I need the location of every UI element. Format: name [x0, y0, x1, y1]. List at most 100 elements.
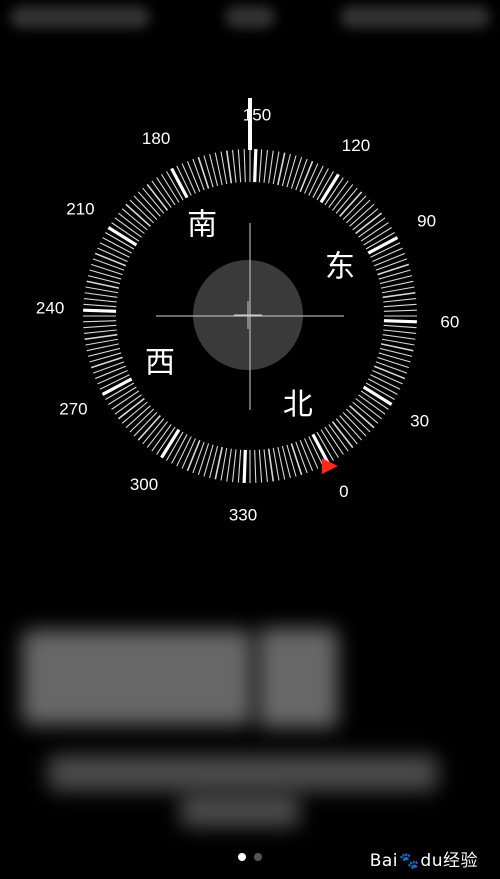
paw-icon: 🐾	[399, 851, 420, 870]
compass-tick	[97, 247, 128, 262]
compass-tick	[383, 319, 417, 324]
compass-tick	[383, 297, 417, 303]
compass-tick	[231, 149, 237, 183]
compass-tick	[382, 291, 416, 299]
compass-tick	[374, 252, 406, 267]
compass-tick	[220, 151, 228, 185]
compass-tick	[372, 370, 403, 385]
compass-tick	[225, 150, 233, 184]
degree-label: 210	[66, 200, 94, 219]
compass-tick	[186, 439, 201, 472]
degree-label: 270	[59, 399, 87, 418]
compass-tick	[375, 361, 408, 374]
compass-tick	[258, 149, 263, 183]
compass-tick	[290, 157, 303, 189]
degree-label: 300	[130, 475, 158, 494]
compass-tick	[383, 303, 417, 308]
compass-tick	[92, 361, 125, 374]
compass-tick	[83, 297, 117, 303]
watermark-suffix: 经验	[443, 851, 478, 871]
compass-tick	[295, 441, 308, 474]
degree-label: 0	[339, 482, 348, 501]
status-bar-right-blur	[340, 6, 490, 28]
compass-tick	[375, 258, 408, 271]
compass-tick	[299, 160, 314, 193]
compass-tick	[377, 356, 409, 369]
compass-tick	[383, 309, 417, 312]
compass-tick	[272, 151, 280, 185]
compass-tick	[258, 449, 263, 483]
status-bar-left-blur	[10, 6, 150, 28]
compass-tick	[373, 365, 406, 380]
compass-tick	[186, 160, 201, 192]
compass-tick	[91, 263, 123, 276]
cardinal-west: 西	[145, 345, 175, 380]
compass-tick	[84, 333, 118, 341]
compass-tick	[304, 163, 319, 194]
readout-location-blur	[48, 755, 438, 791]
status-bar	[0, 0, 500, 40]
compass-tick	[242, 449, 247, 483]
degree-label: 150	[243, 106, 271, 125]
readout-direction-blur	[258, 628, 338, 728]
compass-tick	[290, 443, 303, 476]
compass-tick	[84, 292, 118, 298]
compass-tick	[254, 449, 257, 483]
compass-tick	[85, 286, 119, 294]
compass-tick	[383, 329, 417, 335]
cardinal-east: 东	[325, 250, 355, 285]
compass-tick	[192, 441, 205, 474]
compass-tick	[253, 149, 258, 183]
degree-label: 60	[440, 312, 459, 331]
compass-tick	[197, 156, 210, 189]
compass-tick	[94, 252, 127, 267]
degree-label: 330	[229, 505, 257, 524]
status-bar-center-blur	[225, 6, 275, 28]
page-dot[interactable]	[238, 853, 246, 861]
compass-tick	[94, 365, 126, 380]
compass-tick	[381, 338, 415, 346]
watermark-brand-a: Bai	[369, 851, 398, 871]
compass-tick	[181, 438, 196, 469]
compass-tick	[382, 334, 416, 340]
degree-label: 120	[342, 136, 370, 155]
compass-tick	[83, 324, 117, 329]
compass-tick	[237, 149, 242, 183]
readout-altitude-blur	[180, 795, 300, 827]
compass-tick	[197, 443, 210, 475]
degree-label: 90	[417, 212, 436, 231]
cardinal-north: 北	[283, 388, 313, 423]
compass-tick	[383, 324, 417, 329]
compass-tick	[83, 303, 117, 308]
compass-tick	[299, 440, 314, 472]
compass-dial[interactable]: 0 30 60 90 120 150 180 210 240 270 300 330 北 东 南西	[0, 80, 500, 560]
compass-tick	[377, 263, 410, 276]
baidu-jingyan-watermark: Bai🐾du经验	[370, 846, 478, 871]
compass-tick	[381, 286, 415, 294]
compass-tick	[85, 338, 119, 346]
compass-tick	[92, 258, 125, 271]
compass-tick	[220, 447, 228, 481]
compass-tick	[263, 149, 269, 183]
compass-tick	[192, 158, 205, 191]
page-dot[interactable]	[254, 853, 262, 861]
compass-tick	[272, 447, 280, 481]
cardinal-south: 南	[187, 207, 217, 242]
heading-readout	[0, 600, 500, 840]
compass-tick	[226, 448, 232, 482]
degree-label: 180	[142, 129, 170, 148]
compass-tick	[295, 158, 308, 191]
compass-tick	[243, 149, 246, 183]
target-marker-icon[interactable]	[321, 458, 338, 475]
compass-tick	[237, 449, 242, 483]
compass-tick	[83, 320, 117, 323]
watermark-brand-b: du	[420, 851, 443, 871]
degree-label: 240	[36, 299, 64, 318]
compass-tick	[267, 448, 275, 482]
readout-degrees-blur	[22, 630, 252, 725]
compass-tick	[263, 449, 269, 483]
compass-tick	[83, 308, 117, 313]
compass-tick	[90, 356, 123, 369]
degree-label: 30	[410, 411, 429, 430]
compass-tick	[268, 150, 274, 184]
